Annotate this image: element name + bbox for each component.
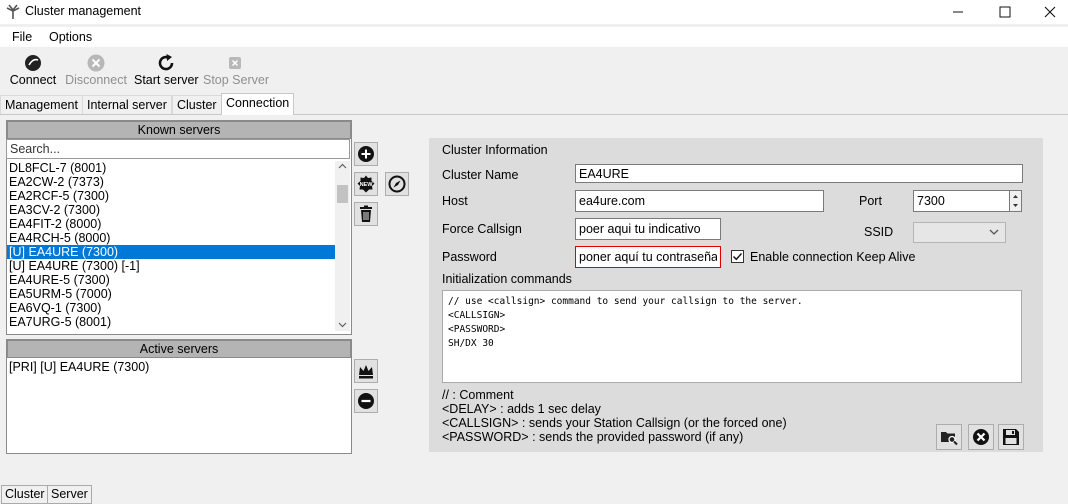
- stop-icon: [229, 57, 241, 69]
- refresh-icon: [158, 54, 174, 71]
- tab-connection[interactable]: Connection: [221, 93, 295, 115]
- minus-icon: [358, 393, 374, 409]
- svg-text:NEW: NEW: [360, 182, 374, 188]
- force-callsign-input[interactable]: [575, 218, 721, 240]
- server-list-item[interactable]: [U] EA4URE (7300) [-1]: [7, 259, 335, 273]
- bottom-tab-cluster[interactable]: Cluster: [1, 485, 49, 504]
- server-list-item[interactable]: DL8FCL-7 (8001): [7, 161, 335, 175]
- known-servers-header: Known servers: [7, 121, 351, 139]
- help-password: <PASSWORD> : sends the provided password…: [442, 430, 744, 444]
- known-servers-list[interactable]: DL8FCL-7 (8001) EA2CW-2 (7373) EA2RCF-5 (7…: [7, 161, 335, 331]
- disconnect-button[interactable]: Disconnect: [64, 53, 128, 89]
- keepalive-checkbox[interactable]: [731, 250, 744, 263]
- new-badge-icon: NEW: [357, 175, 375, 193]
- server-list-item[interactable]: [U] EA4URE (7300): [7, 245, 335, 259]
- title-bar: [0, 0, 1068, 24]
- ssid-select[interactable]: [913, 222, 1006, 243]
- browse-button[interactable]: [936, 424, 962, 450]
- start-server-label: Start server: [134, 73, 199, 87]
- help-comment: // : Comment: [442, 388, 514, 402]
- folder-search-icon: [941, 432, 958, 446]
- active-server-item[interactable]: [PRI] [U] EA4URE (7300): [7, 360, 351, 374]
- cluster-name-input[interactable]: [575, 164, 1023, 183]
- edit-server-button[interactable]: [385, 172, 409, 196]
- close-window-button[interactable]: [1027, 0, 1068, 24]
- password-label: Password: [442, 250, 497, 264]
- plus-icon: [358, 146, 374, 162]
- host-input[interactable]: [575, 190, 824, 212]
- menu-file[interactable]: File: [12, 30, 32, 44]
- server-list-item[interactable]: EA3CV-2 (7300): [7, 203, 335, 217]
- server-list-item[interactable]: EA2CW-2 (7373): [7, 175, 335, 189]
- chevron-down-icon: [989, 229, 999, 235]
- remove-active-button[interactable]: [354, 389, 378, 413]
- crown-icon: [359, 365, 373, 379]
- ssid-label: SSID: [864, 225, 894, 239]
- menu-bar: [0, 27, 1068, 47]
- active-servers-header: Active servers: [7, 340, 351, 358]
- init-commands-textarea[interactable]: // use <callsign> command to send your c…: [442, 290, 1022, 383]
- window-title: Cluster management: [25, 4, 142, 18]
- help-callsign: <CALLSIGN> : sends your Station Callsign…: [442, 416, 787, 430]
- server-list-item[interactable]: EA4RCH-5 (8000): [7, 231, 335, 245]
- app-icon: [6, 3, 20, 22]
- new-server-button[interactable]: NEW: [354, 172, 378, 196]
- save-icon: [1003, 429, 1019, 445]
- start-server-button[interactable]: Start server: [134, 53, 199, 89]
- tab-internal-server[interactable]: Internal server: [82, 95, 172, 114]
- port-stepper[interactable]: [1009, 190, 1022, 212]
- active-servers-panel: Active servers [PRI] [U] EA4URE (7300): [6, 339, 352, 454]
- cancel-icon: [973, 429, 989, 445]
- minimize-button[interactable]: [935, 0, 981, 24]
- save-button[interactable]: [998, 424, 1024, 450]
- port-input[interactable]: [913, 190, 1010, 212]
- stop-server-label: Stop Server: [203, 73, 270, 87]
- checkmark-icon: [733, 253, 743, 261]
- bottom-tab-server[interactable]: Server: [47, 485, 92, 504]
- connect-label: Connect: [9, 73, 57, 87]
- init-commands-label: Initialization commands: [442, 272, 572, 286]
- server-list-item[interactable]: EA7URG-5 (8001): [7, 315, 335, 329]
- cluster-info-title: Cluster Information: [442, 143, 548, 157]
- tab-cluster[interactable]: Cluster: [172, 95, 222, 114]
- keepalive-label: Enable connection Keep Alive: [750, 250, 916, 264]
- disconnect-label: Disconnect: [65, 73, 127, 87]
- server-list-item[interactable]: EA4FIT-2 (8000): [7, 217, 335, 231]
- help-delay: <DELAY> : adds 1 sec delay: [442, 402, 601, 416]
- list-scrollbar[interactable]: [335, 161, 350, 331]
- delete-server-button[interactable]: [354, 202, 378, 226]
- port-label: Port: [859, 194, 882, 208]
- connect-button[interactable]: Connect: [8, 53, 58, 89]
- cluster-name-label: Cluster Name: [442, 168, 519, 182]
- server-list-item[interactable]: EA6VQ-1 (7300): [7, 301, 335, 315]
- host-label: Host: [442, 194, 468, 208]
- tab-management[interactable]: Management: [0, 95, 83, 114]
- force-callsign-label: Force Callsign: [442, 222, 522, 236]
- search-input[interactable]: [6, 139, 350, 159]
- cancel-button[interactable]: [968, 424, 994, 450]
- server-list-item[interactable]: EA4URE-5 (7300): [7, 273, 335, 287]
- trash-icon: [360, 205, 372, 222]
- set-primary-button[interactable]: [354, 359, 378, 383]
- maximize-button[interactable]: [982, 0, 1028, 24]
- server-list-item[interactable]: EA2RCF-5 (7300): [7, 189, 335, 203]
- add-server-button[interactable]: [354, 142, 378, 166]
- disconnect-icon: [87, 54, 105, 72]
- compass-icon: [388, 175, 406, 193]
- stop-server-button[interactable]: Stop Server: [203, 53, 270, 89]
- password-input[interactable]: [575, 246, 721, 268]
- menu-options[interactable]: Options: [49, 30, 92, 44]
- connect-icon: [25, 55, 41, 71]
- server-list-item[interactable]: EA5URM-5 (7000): [7, 287, 335, 301]
